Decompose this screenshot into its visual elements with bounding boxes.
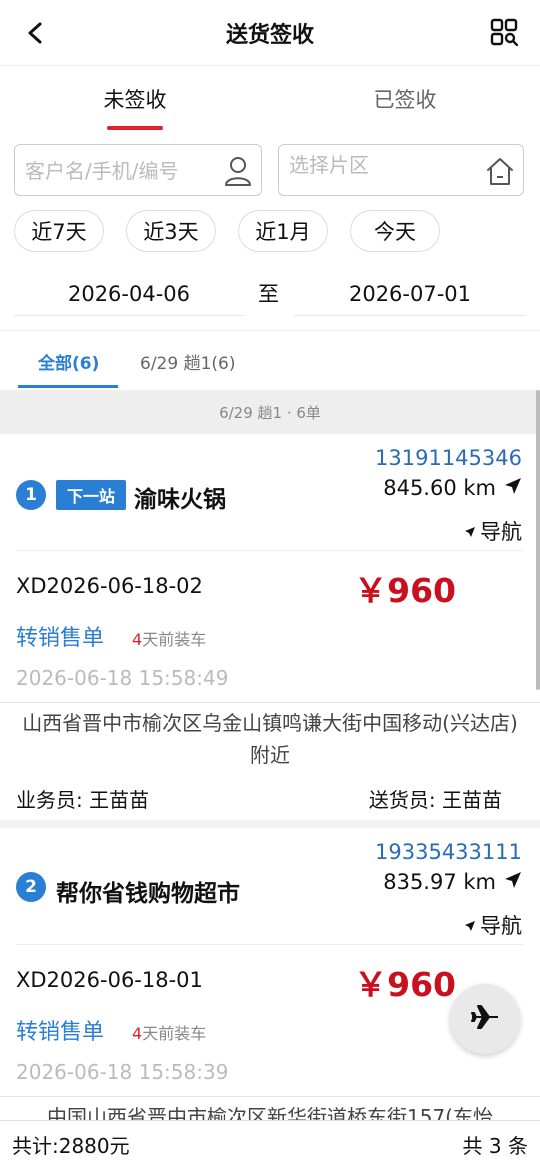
stop-number-badge: 1 (16, 480, 46, 510)
order-time: 2026-06-18 15:58:39 (16, 1060, 229, 1084)
loaded-days-count: 4 (132, 1024, 143, 1043)
location-arrow-icon (504, 476, 522, 500)
airplane-icon (470, 1002, 500, 1036)
stop-number-badge: 2 (16, 872, 46, 902)
deliverer: 送货员: 王苗苗 (368, 788, 502, 812)
back-arrow-icon[interactable] (22, 18, 50, 48)
loaded-days-text: 天前装车 (142, 630, 207, 649)
loaded-days-count: 4 (132, 630, 143, 649)
loaded-days: 4天前装车 (132, 1020, 206, 1044)
navigate-button[interactable]: 导航 (464, 516, 522, 546)
order-number: XD2026-06-18-02 (16, 574, 203, 598)
divider (16, 944, 524, 945)
distance: 835.97 km (383, 870, 522, 894)
navigate-icon (464, 913, 476, 937)
order-card[interactable]: 1 下一站 渝味火锅 13191145346 845.60 km 导航 XD20… (0, 434, 540, 820)
loaded-days-text: 天前装车 (142, 1024, 207, 1043)
convert-sales-order-link[interactable]: 转销售单 (16, 620, 104, 652)
area-select-placeholder: 选择片区 (289, 153, 369, 177)
order-time: 2026-06-18 15:58:49 (16, 666, 229, 690)
tab-signed[interactable]: 已签收 (270, 66, 540, 132)
home-icon (485, 155, 515, 187)
shop-name: 渝味火锅 (134, 487, 226, 513)
address: 中国山西省晋中市榆次区新华街道桥东街157(东怡 (0, 1096, 540, 1120)
chip-today[interactable]: 今天 (350, 210, 440, 252)
trip-tabs: 全部(6) 6/29 趟1(6) (0, 330, 540, 390)
order-amount: ￥960 (354, 965, 456, 1004)
divider (16, 550, 524, 551)
trip-group-header: 6/29 趟1 · 6单 (0, 390, 540, 434)
chip-1-month[interactable]: 近1月 (238, 210, 328, 252)
chip-7-days[interactable]: 近7天 (14, 210, 104, 252)
chip-3-days[interactable]: 近3天 (126, 210, 216, 252)
navigate-label: 导航 (480, 914, 522, 938)
convert-sales-order-link[interactable]: 转销售单 (16, 1014, 104, 1046)
tab-unsigned[interactable]: 未签收 (0, 66, 270, 132)
user-icon (223, 155, 253, 187)
shop-name: 帮你省钱购物超市 (56, 881, 240, 907)
location-arrow-icon (504, 870, 522, 894)
subtab-trip-1[interactable]: 6/29 趟1(6) (140, 349, 235, 374)
page-title: 送货签收 (225, 22, 314, 48)
date-separator: 至 (258, 282, 279, 306)
navigate-button[interactable]: 导航 (464, 910, 522, 940)
order-count: 共 3 条 (462, 1134, 528, 1158)
phone-link[interactable]: 13191145346 (375, 446, 522, 470)
filter-panel: 客户名/手机/编号 选择片区 近7天 近3天 近1月 今天 2026-04-06… (0, 132, 540, 330)
distance: 845.60 km (383, 476, 522, 500)
next-stop-tag: 下一站 (56, 480, 126, 510)
customer-search-placeholder: 客户名/手机/编号 (25, 159, 179, 183)
order-amount: ￥960 (354, 571, 456, 610)
navigate-label: 导航 (480, 520, 522, 544)
date-from[interactable]: 2026-04-06 (14, 272, 244, 316)
date-to[interactable]: 2026-07-01 (294, 272, 526, 316)
navigate-icon (464, 519, 476, 543)
phone-link[interactable]: 19335433111 (375, 840, 522, 864)
distance-value: 835.97 km (383, 870, 496, 894)
address: 山西省晋中市榆次区乌金山镇鸣谦大街中国移动(兴达店)附近 (0, 702, 540, 772)
active-tab-indicator (18, 385, 118, 388)
customer-search-input[interactable]: 客户名/手机/编号 (14, 144, 262, 196)
total-amount: 共计:2880元 (12, 1134, 130, 1158)
top-bar: 送货签收 (0, 0, 540, 66)
order-card[interactable]: 2 帮你省钱购物超市 19335433111 835.97 km 导航 XD20… (0, 828, 540, 1120)
salesman: 业务员: 王苗苗 (16, 788, 150, 812)
scrollbar[interactable] (536, 390, 540, 690)
scan-qr-icon[interactable] (490, 18, 519, 47)
summary-footer: 共计:2880元 共 3 条 (0, 1120, 540, 1168)
status-tabs: 未签收 已签收 (0, 66, 540, 132)
order-number: XD2026-06-18-01 (16, 968, 203, 992)
subtab-all[interactable]: 全部(6) (38, 349, 99, 374)
loaded-days: 4天前装车 (132, 626, 206, 650)
area-select-input[interactable]: 选择片区 (278, 144, 524, 196)
dispatch-fab[interactable] (450, 984, 520, 1054)
distance-value: 845.60 km (383, 476, 496, 500)
